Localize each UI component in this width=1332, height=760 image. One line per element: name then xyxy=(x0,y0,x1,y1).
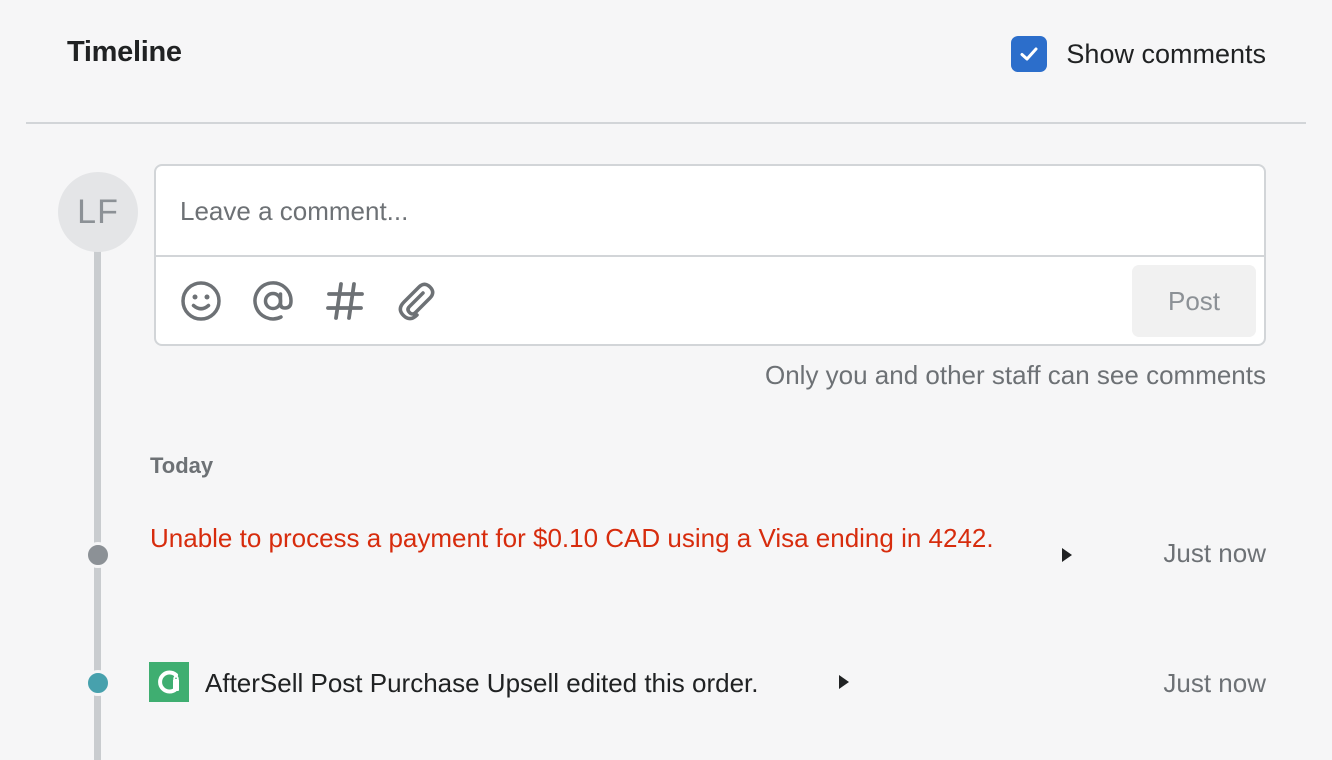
show-comments-checkbox[interactable] xyxy=(1011,36,1048,72)
aftersell-app-icon xyxy=(149,662,189,702)
expand-caret-icon[interactable] xyxy=(1062,548,1072,562)
comment-composer: Post xyxy=(154,164,1266,346)
show-comments-label: Show comments xyxy=(1066,38,1266,69)
page-title: Timeline xyxy=(67,36,182,68)
mention-icon xyxy=(253,281,293,321)
emoji-button[interactable] xyxy=(179,279,223,323)
timeline-dot xyxy=(85,542,111,568)
attach-button[interactable] xyxy=(395,279,439,323)
timeline-dot xyxy=(85,670,111,696)
emoji-icon xyxy=(181,281,221,321)
hashtag-icon xyxy=(326,282,364,320)
show-comments-toggle[interactable]: Show comments xyxy=(1011,36,1266,72)
event-timestamp: Just now xyxy=(1163,538,1266,568)
app-edit-event: AfterSell Post Purchase Upsell edited th… xyxy=(205,668,759,698)
event-timestamp: Just now xyxy=(1163,668,1266,698)
mention-button[interactable] xyxy=(251,279,295,323)
header-divider xyxy=(26,122,1306,124)
comment-visibility-hint: Only you and other staff can see comment… xyxy=(764,360,1266,390)
timeline-date-label: Today xyxy=(150,453,214,478)
aftersell-logo-icon xyxy=(158,670,179,694)
comment-toolbar: Post xyxy=(156,255,1264,344)
post-button[interactable]: Post xyxy=(1132,265,1256,337)
hashtag-button[interactable] xyxy=(323,279,367,323)
payment-error-event: Unable to process a payment for $0.10 CA… xyxy=(150,523,994,553)
checkmark-icon xyxy=(1020,47,1038,61)
comment-input[interactable] xyxy=(156,166,1264,256)
timeline-page: Timeline Show comments LF Leave a commen… xyxy=(0,0,1332,760)
expand-caret-icon[interactable] xyxy=(839,675,849,689)
attachment-icon xyxy=(398,282,435,321)
avatar: LF xyxy=(58,172,138,252)
